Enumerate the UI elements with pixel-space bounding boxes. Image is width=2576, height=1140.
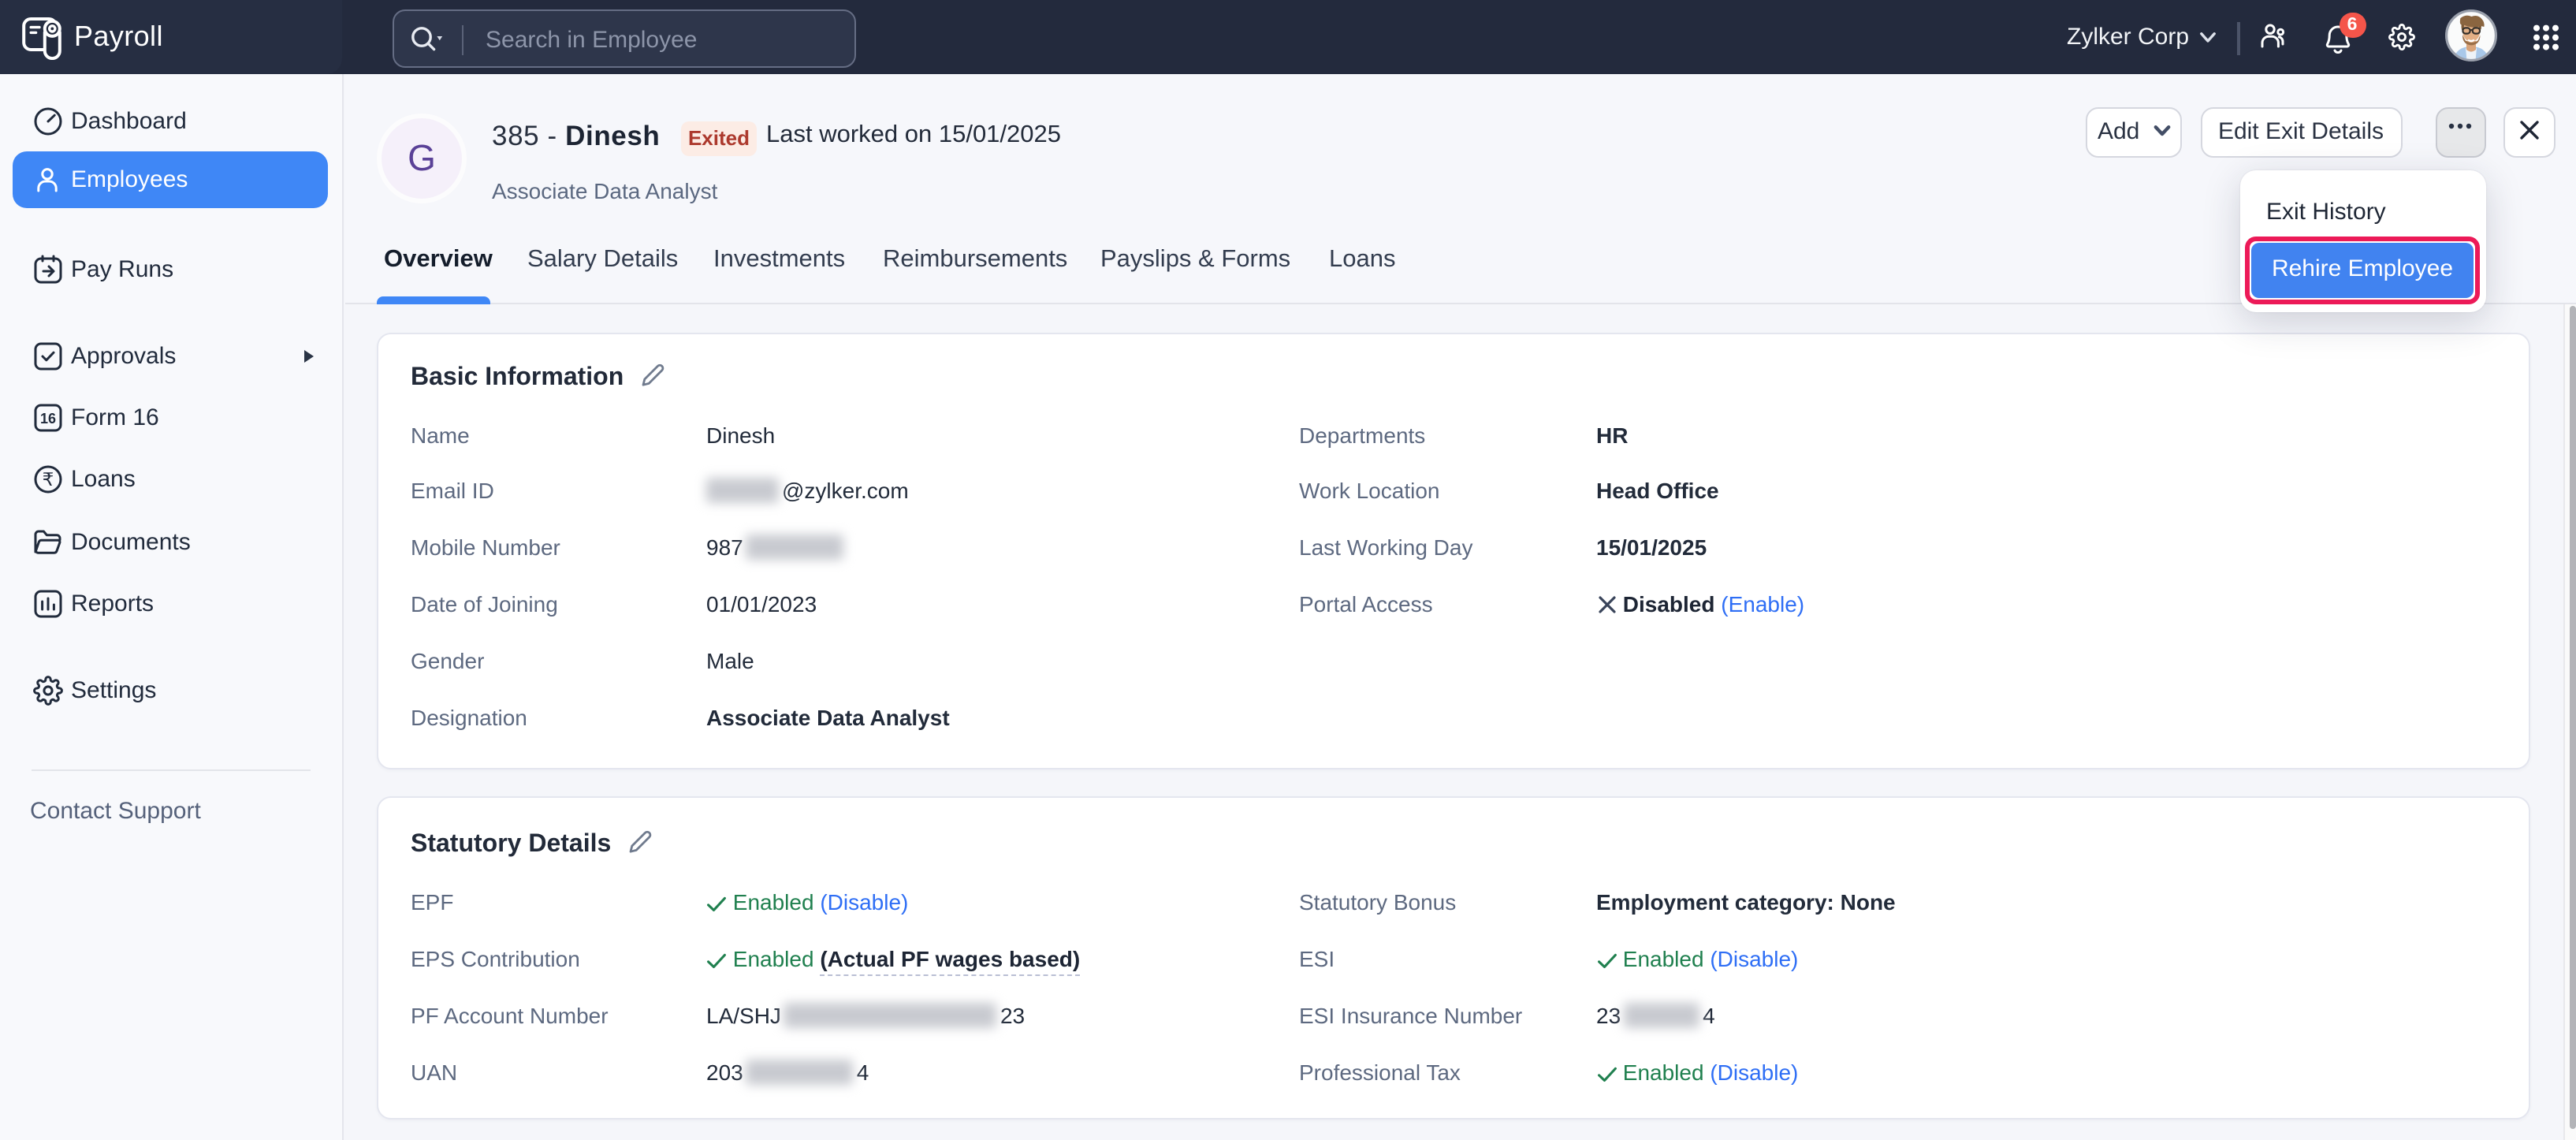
svg-text:16: 16 [40, 410, 56, 426]
svg-text:₹: ₹ [43, 468, 54, 489]
